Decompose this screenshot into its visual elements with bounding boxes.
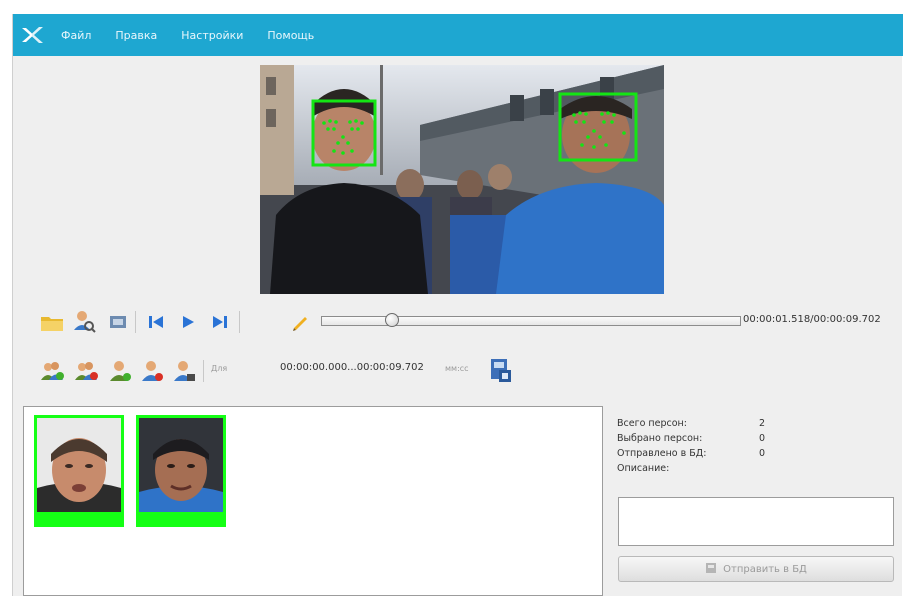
save-database-icon[interactable] [487,356,513,382]
stat-sent-value: 0 [759,448,766,459]
person-thumbnail[interactable] [136,415,226,527]
open-folder-icon[interactable] [39,309,65,335]
toolbar-separator [135,311,136,333]
send-to-db-button[interactable]: Отправить в БД [618,556,894,582]
stat-total: Всего персон: 2 [617,418,897,433]
time-display: 00:00:01.518/00:00:09.702 [743,314,881,325]
add-person-icon[interactable] [107,358,133,384]
skip-back-icon[interactable] [143,309,169,335]
menu-settings[interactable]: Настройки [181,29,243,42]
person-face-image [37,418,121,512]
stat-total-label: Всего персон: [617,418,687,429]
range-from-label: Для [211,364,228,373]
menu-edit[interactable]: Правка [115,29,157,42]
player-toolbar: 00:00:01.518/00:00:09.702 [27,308,897,336]
description-label-row: Описание: [617,463,897,478]
stat-sent: Отправлено в БД: 0 [617,448,897,463]
database-icon [705,562,717,577]
edit-person-icon[interactable] [171,358,197,384]
app-window: Файл Правка Настройки Помощь 00:00:01.51… [12,14,903,596]
description-label: Описание: [617,463,670,474]
range-value[interactable]: 00:00:00.000...00:00:09.702 [280,362,424,373]
remove-group-icon[interactable] [73,358,99,384]
menu-help[interactable]: Помощь [267,29,314,42]
stat-selected-label: Выбрано персон: [617,433,703,444]
description-field[interactable] [618,497,894,546]
stats-panel: Всего персон: 2 Выбрано персон: 0 Отправ… [617,418,897,478]
app-logo-icon [19,20,49,50]
menu-file[interactable]: Файл [61,29,91,42]
video-frame [260,65,664,294]
frame-icon[interactable] [105,309,131,335]
person-thumbnail[interactable] [34,415,124,527]
persons-toolbar: Для 00:00:00.000...00:00:09.702 мм:сс [27,354,897,388]
stat-selected-value: 0 [759,433,766,444]
stat-total-value: 2 [759,418,766,429]
person-face-image [139,418,223,512]
range-to-label: мм:сс [445,364,469,373]
add-group-icon[interactable] [39,358,65,384]
timeline-slider[interactable] [321,313,741,327]
remove-person-icon[interactable] [139,358,165,384]
search-person-icon[interactable] [71,308,97,334]
toolbar-separator [239,311,240,333]
persons-panel[interactable] [23,406,603,596]
stat-sent-label: Отправлено в БД: [617,448,707,459]
menu-bar: Файл Правка Настройки Помощь [13,14,903,56]
send-to-db-label: Отправить в БД [723,563,807,575]
stat-selected: Выбрано персон: 0 [617,433,897,448]
pencil-icon[interactable] [287,309,313,335]
toolbar-separator [203,360,204,382]
timeline-thumb[interactable] [385,313,399,327]
play-icon[interactable] [175,309,201,335]
skip-forward-icon[interactable] [207,309,233,335]
